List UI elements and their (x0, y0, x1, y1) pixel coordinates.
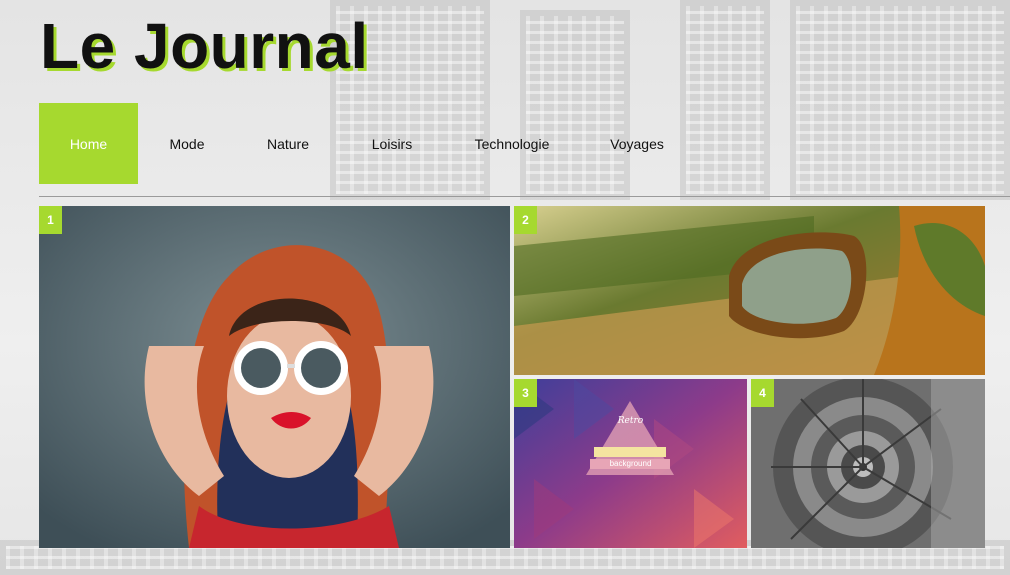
nav-item-nature[interactable]: Nature (236, 103, 340, 184)
nav-item-mode[interactable]: Mode (138, 103, 236, 184)
nav-item-voyages[interactable]: Voyages (580, 103, 694, 184)
nav-item-loisirs[interactable]: Loisirs (340, 103, 444, 184)
nav-item-home[interactable]: Home (39, 103, 138, 184)
featured-tile-2[interactable]: 2 (514, 206, 985, 375)
featured-tile-3[interactable]: 3 Retro background (514, 379, 747, 548)
car-mirror-image (514, 206, 985, 375)
fashion-portrait-image (39, 206, 510, 548)
background-label: background (609, 459, 652, 468)
header-divider (39, 196, 1010, 197)
main-nav: Home Mode Nature Loisirs Technologie Voy… (39, 103, 694, 184)
tile-number-badge: 2 (514, 206, 537, 234)
site-title[interactable]: Le Journal (40, 14, 369, 78)
tile-number-badge: 3 (514, 379, 537, 407)
tile-number-badge: 4 (751, 379, 774, 407)
nav-item-technologie[interactable]: Technologie (444, 103, 580, 184)
retro-label: Retro (617, 416, 644, 426)
spiral-staircase-image (751, 379, 985, 548)
featured-tile-4[interactable]: 4 (751, 379, 985, 548)
featured-tile-1[interactable]: 1 (39, 206, 510, 548)
tile-number-badge: 1 (39, 206, 62, 234)
